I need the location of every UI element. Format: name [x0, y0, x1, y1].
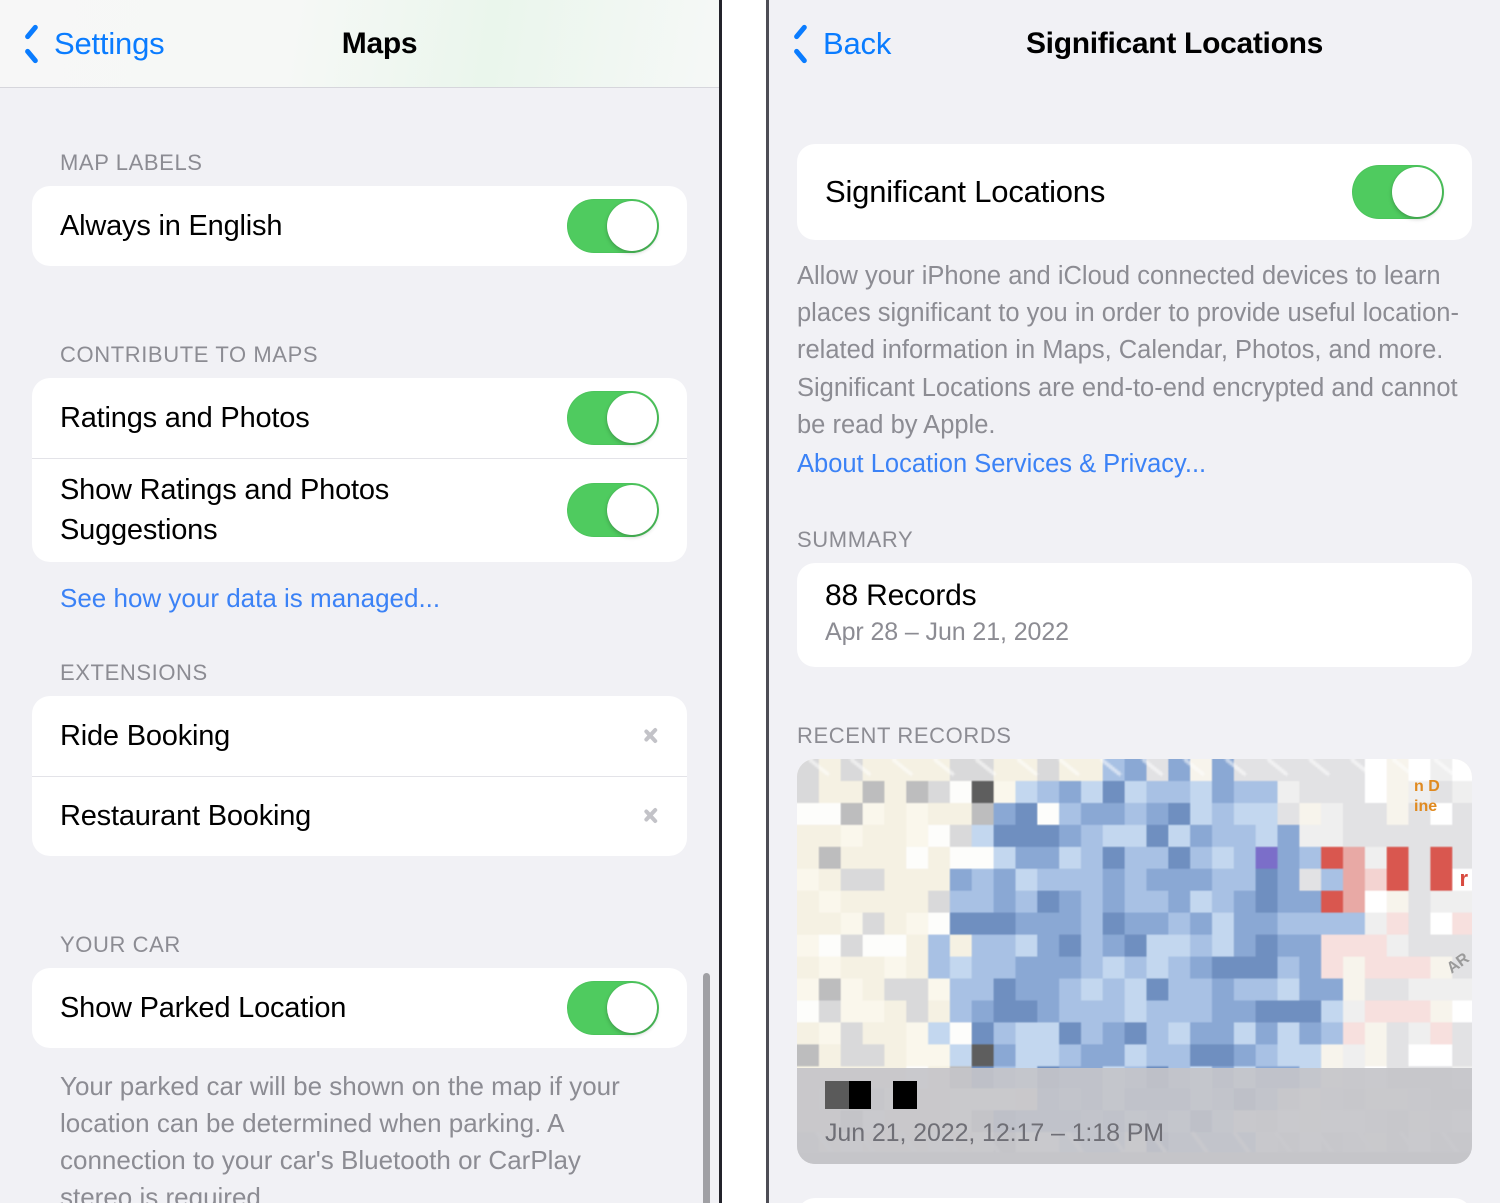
card-summary: 88 Records Apr 28 – Jun 21, 2022	[797, 563, 1472, 668]
back-button-label: Back	[823, 26, 892, 61]
row-label: Significant Locations	[825, 173, 1106, 209]
card-your-car: Show Parked Location	[32, 968, 687, 1049]
toggle-knob	[607, 393, 657, 443]
record-date-time: Jun 21, 2022, 12:17 – 1:18 PM	[825, 1119, 1165, 1148]
row-label: Ratings and Photos	[60, 401, 310, 434]
row-significant-locations[interactable]: Significant Locations	[797, 144, 1472, 240]
redaction-block-2	[893, 1081, 917, 1110]
section-header-contribute-to-maps: CONTRIBUTE TO MAPS	[60, 342, 319, 367]
row-summary-records[interactable]: 88 Records Apr 28 – Jun 21, 2022	[797, 563, 1472, 667]
row-label: Show Ratings and Photos Suggestions	[60, 473, 390, 546]
row-label: Ride Booking	[60, 720, 231, 753]
row-label: Show Parked Location	[60, 992, 347, 1025]
row-show-parked-location[interactable]: Show Parked Location	[32, 968, 687, 1048]
left-navbar: Settings Maps	[0, 0, 719, 88]
toggle-ratings-and-photos[interactable]	[567, 391, 659, 445]
toggle-show-ratings-suggestions[interactable]	[567, 483, 659, 537]
toggle-always-in-english[interactable]	[567, 199, 659, 253]
row-show-ratings-suggestions[interactable]: Show Ratings and Photos Suggestions	[32, 458, 687, 562]
toggle-knob	[1392, 167, 1442, 217]
back-button[interactable]: Back	[791, 26, 891, 62]
toggle-significant-locations[interactable]	[1352, 165, 1444, 219]
chevron-right-icon	[643, 801, 659, 831]
chevron-left-icon	[22, 27, 42, 61]
left-panel-maps-settings: Settings Maps MAP LABELS Always in Engli…	[0, 0, 722, 1203]
redaction-block-1	[825, 1081, 871, 1110]
card-extensions: Ride Booking Restaurant Booking	[32, 696, 687, 857]
section-header-extensions: EXTENSIONS	[60, 660, 208, 686]
toggle-knob	[607, 983, 657, 1034]
back-to-settings-button[interactable]: Settings	[22, 25, 165, 62]
row-label: Restaurant Booking	[60, 800, 312, 833]
recent-record-item[interactable]: n Dine r AR Jun 21, 2022, 12:17 – 1:18 P…	[797, 759, 1472, 1165]
summary-records-count: 88 Records	[825, 579, 977, 613]
card-next-record-partial[interactable]	[797, 1198, 1472, 1203]
section-header-recent-records: RECENT RECORDS	[797, 723, 1012, 749]
left-scroll-area[interactable]: MAP LABELS Always in English CONTRIBUTE …	[0, 88, 719, 1203]
section-header-map-labels: MAP LABELS	[60, 150, 203, 175]
footnote-parked-car: Your parked car will be shown on the map…	[60, 1071, 620, 1203]
row-restaurant-booking[interactable]: Restaurant Booking	[32, 776, 687, 856]
chevron-right-icon	[643, 721, 659, 751]
link-about-location-services-privacy[interactable]: About Location Services & Privacy...	[797, 450, 1206, 478]
card-significant-locations-toggle: Significant Locations	[797, 144, 1472, 240]
back-button-label: Settings	[54, 25, 165, 61]
toggle-knob	[607, 485, 657, 535]
map-label-fragment-1: n Dine	[1414, 778, 1440, 816]
map-label-fragment-2: r	[1459, 866, 1468, 892]
summary-date-range: Apr 28 – Jun 21, 2022	[825, 618, 1069, 647]
toggle-knob	[607, 201, 657, 251]
card-contribute-to-maps: Ratings and Photos Show Ratings and Phot…	[32, 378, 687, 562]
row-ratings-and-photos[interactable]: Ratings and Photos	[32, 378, 687, 458]
row-label: Always in English	[60, 209, 283, 242]
card-map-labels: Always in English	[32, 186, 687, 266]
record-footer: Jun 21, 2022, 12:17 – 1:18 PM	[797, 1068, 1472, 1165]
screenshot-root: Settings Maps MAP LABELS Always in Engli…	[0, 0, 1500, 1203]
right-scroll-area[interactable]: Significant Locations Allow your iPhone …	[769, 88, 1500, 1203]
link-see-how-data-managed[interactable]: See how your data is managed...	[0, 562, 719, 616]
right-panel-significant-locations: Back Significant Locations Significant L…	[766, 0, 1500, 1203]
row-always-in-english[interactable]: Always in English	[32, 186, 687, 266]
description-significant-locations: Allow your iPhone and iCloud connected d…	[797, 262, 1459, 439]
vertical-scrollbar[interactable]	[703, 973, 710, 1203]
redacted-location-name	[825, 1080, 1444, 1110]
chevron-left-icon	[791, 27, 811, 61]
section-header-summary: SUMMARY	[797, 527, 914, 553]
right-navbar: Back Significant Locations	[769, 0, 1500, 88]
toggle-show-parked-location[interactable]	[567, 981, 659, 1036]
section-header-your-car: YOUR CAR	[60, 932, 181, 958]
row-ride-booking[interactable]: Ride Booking	[32, 696, 687, 776]
